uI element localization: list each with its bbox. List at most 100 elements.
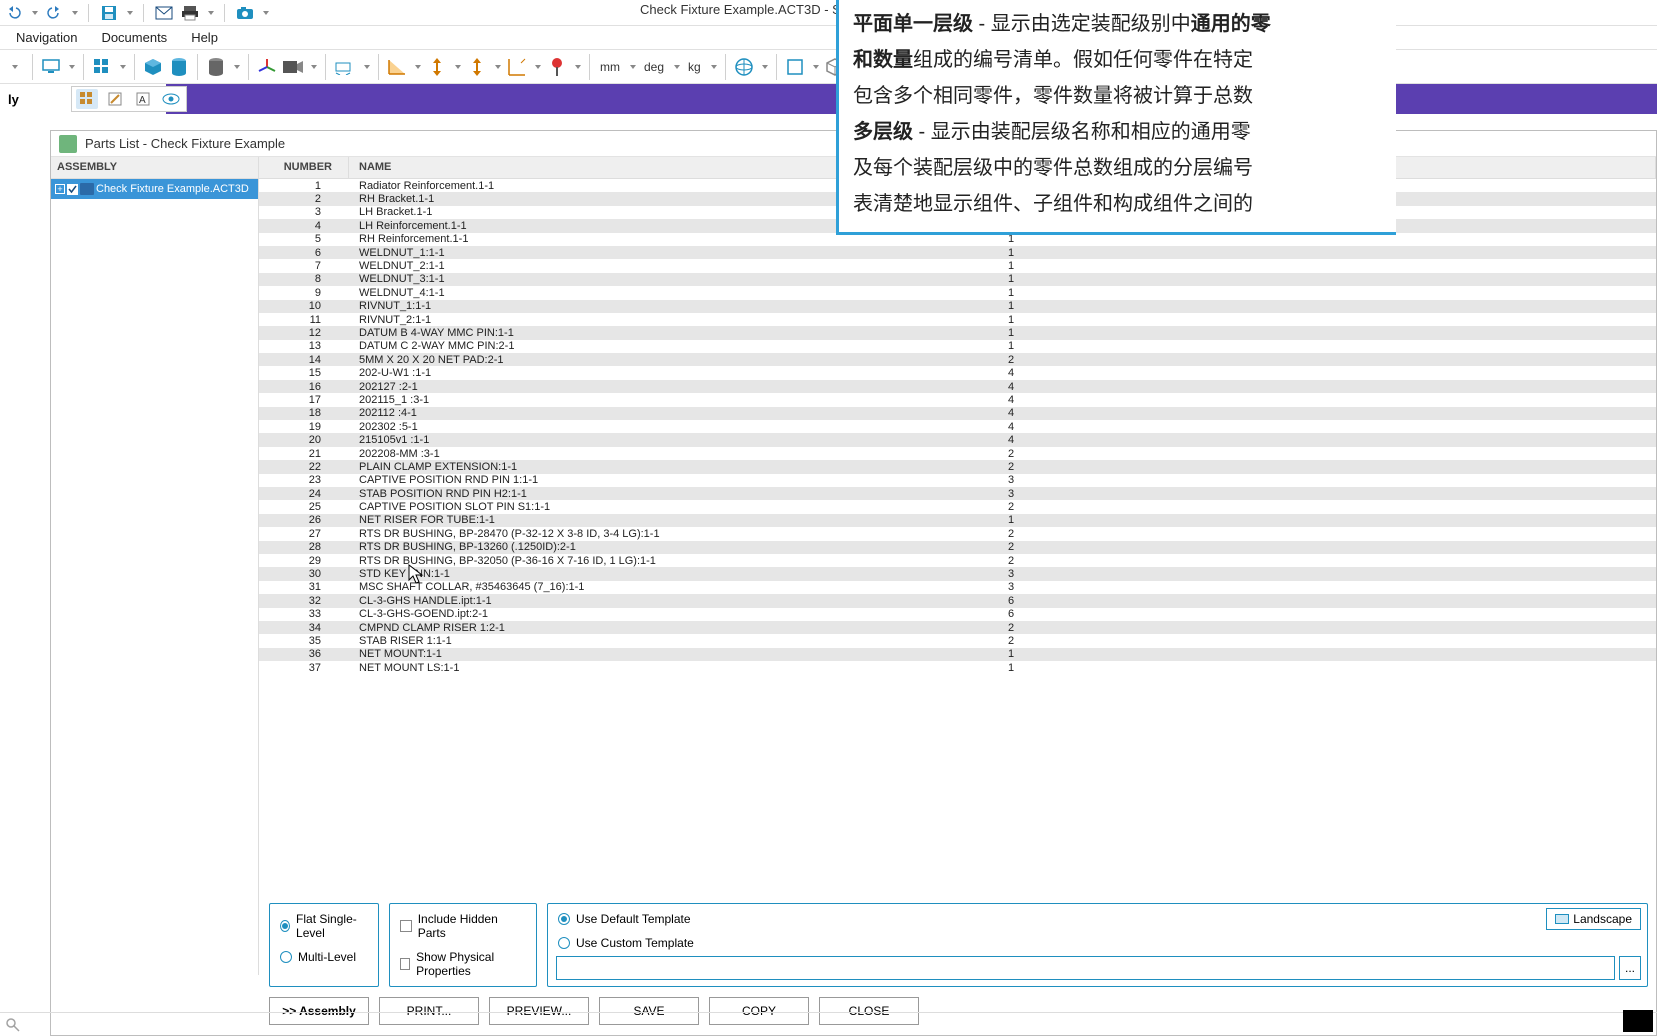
- axes-icon[interactable]: [257, 55, 277, 79]
- table-row[interactable]: 35STAB RISER 1:1-12: [259, 634, 1656, 647]
- cylinder-icon[interactable]: [169, 55, 189, 79]
- view-edit-icon[interactable]: [104, 89, 126, 109]
- browse-button[interactable]: ...: [1619, 956, 1641, 980]
- table-row[interactable]: 37NET MOUNT LS:1-11: [259, 661, 1656, 674]
- left-tab-label[interactable]: ly: [0, 90, 27, 109]
- cell-name: STAB RISER 1:1-1: [349, 635, 966, 647]
- menu-help[interactable]: Help: [181, 28, 228, 47]
- search-bar: [0, 1012, 1657, 1036]
- cell-qty: 6: [966, 608, 1656, 620]
- table-row[interactable]: 29RTS DR BUSHING, BP-32050 (P-36-16 X 7-…: [259, 554, 1656, 567]
- menu-navigation[interactable]: Navigation: [6, 28, 87, 47]
- search-icon[interactable]: [6, 1018, 20, 1032]
- view-text-icon[interactable]: A: [132, 89, 154, 109]
- table-row[interactable]: 28RTS DR BUSHING, BP-13260 (.1250ID):2-1…: [259, 541, 1656, 554]
- cell-number: 8: [259, 273, 349, 285]
- print-icon[interactable]: [180, 3, 200, 23]
- arrows-v-icon[interactable]: [427, 55, 447, 79]
- mail-icon[interactable]: [154, 3, 174, 23]
- cell-name: CMPND CLAMP RISER 1:2-1: [349, 622, 966, 634]
- table-row[interactable]: 33CL-3-GHS-GOEND.ipt:2-16: [259, 608, 1656, 621]
- undo-icon[interactable]: [4, 3, 24, 23]
- table-row[interactable]: 10RIVNUT_1:1-11: [259, 300, 1656, 313]
- monitor-icon[interactable]: [41, 55, 61, 79]
- cell-name: RTS DR BUSHING, BP-32050 (P-36-16 X 7-16…: [349, 555, 966, 567]
- tool-dropdown-icon[interactable]: [4, 55, 24, 79]
- save-icon[interactable]: [99, 3, 119, 23]
- table-row[interactable]: 8WELDNUT_3:1-11: [259, 273, 1656, 286]
- table-row[interactable]: 11RIVNUT_2:1-11: [259, 313, 1656, 326]
- table-row[interactable]: 25CAPTIVE POSITION SLOT PIN S1:1-12: [259, 500, 1656, 513]
- table-row[interactable]: 31MSC SHAFT COLLAR, #35463645 (7_16):1-1…: [259, 581, 1656, 594]
- cell-name: STAB POSITION RND PIN H2:1-1: [349, 488, 966, 500]
- arrows-h-icon[interactable]: [467, 55, 487, 79]
- grid-icon[interactable]: [92, 55, 112, 79]
- unit-kg[interactable]: kg: [686, 60, 703, 74]
- table-row[interactable]: 20215105v1 :1-14: [259, 433, 1656, 446]
- unit-deg[interactable]: deg: [642, 60, 666, 74]
- redo-icon[interactable]: [44, 3, 64, 23]
- table-row[interactable]: 13DATUM C 2-WAY MMC PIN:2-11: [259, 340, 1656, 353]
- gear-db-icon[interactable]: [206, 55, 226, 79]
- cell-number: 28: [259, 541, 349, 553]
- cell-number: 20: [259, 434, 349, 446]
- cell-number: 4: [259, 220, 349, 232]
- table-row[interactable]: 17202115_1 :3-14: [259, 393, 1656, 406]
- table-row[interactable]: 12DATUM B 4-WAY MMC PIN:1-11: [259, 326, 1656, 339]
- cell-qty: 2: [966, 501, 1656, 513]
- cell-name: 202-U-W1 :1-1: [349, 367, 966, 379]
- landscape-button[interactable]: Landscape: [1546, 908, 1641, 930]
- cell-qty: 3: [966, 488, 1656, 500]
- check-hidden[interactable]: Include Hidden Parts: [400, 912, 526, 940]
- radio-custom-template[interactable]: Use Custom Template: [558, 936, 1637, 950]
- table-row[interactable]: 7WELDNUT_2:1-11: [259, 259, 1656, 272]
- pin-icon[interactable]: [547, 55, 567, 79]
- cell-number: 10: [259, 300, 349, 312]
- table-row[interactable]: 22PLAIN CLAMP EXTENSION:1-12: [259, 460, 1656, 473]
- table-row[interactable]: 19202302 :5-14: [259, 420, 1656, 433]
- cell-number: 16: [259, 381, 349, 393]
- template-path-input[interactable]: [556, 956, 1615, 980]
- table-row[interactable]: 16202127 :2-14: [259, 380, 1656, 393]
- cell-number: 1: [259, 180, 349, 192]
- table-row[interactable]: 21202208-MM :3-12: [259, 447, 1656, 460]
- table-row[interactable]: 18202112 :4-14: [259, 407, 1656, 420]
- axis-tool-icon[interactable]: [507, 55, 527, 79]
- table-row[interactable]: 9WELDNUT_4:1-11: [259, 286, 1656, 299]
- table-row[interactable]: 34CMPND CLAMP RISER 1:2-12: [259, 621, 1656, 634]
- tree-node-root[interactable]: + Check Fixture Example.ACT3D: [51, 179, 258, 199]
- table-row[interactable]: 6WELDNUT_1:1-11: [259, 246, 1656, 259]
- table-row[interactable]: 15202-U-W1 :1-14: [259, 366, 1656, 379]
- unit-mm[interactable]: mm: [598, 60, 622, 74]
- radio-default-template[interactable]: Use Default Template: [558, 912, 1637, 926]
- angle-icon[interactable]: [387, 55, 407, 79]
- table-row[interactable]: 27RTS DR BUSHING, BP-28470 (P-32-12 X 3-…: [259, 527, 1656, 540]
- col-number[interactable]: NUMBER: [259, 157, 349, 178]
- camera-icon[interactable]: [235, 3, 255, 23]
- cell-number: 13: [259, 340, 349, 352]
- radio-flat[interactable]: Flat Single-Level: [280, 912, 368, 940]
- table-row[interactable]: 145MM X 20 X 20 NET PAD:2-12: [259, 353, 1656, 366]
- table-row[interactable]: 36NET MOUNT:1-11: [259, 648, 1656, 661]
- projector-icon[interactable]: [334, 55, 356, 79]
- cube-icon[interactable]: [143, 55, 163, 79]
- cell-name: WELDNUT_4:1-1: [349, 287, 966, 299]
- radio-multi[interactable]: Multi-Level: [280, 950, 368, 964]
- table-row[interactable]: 24STAB POSITION RND PIN H2:1-13: [259, 487, 1656, 500]
- table-row[interactable]: 26NET RISER FOR TUBE:1-11: [259, 514, 1656, 527]
- table-row[interactable]: 23CAPTIVE POSITION RND PIN 1:1-13: [259, 474, 1656, 487]
- tree-checkbox[interactable]: [67, 184, 78, 195]
- assembly-icon: [80, 183, 94, 195]
- view-eye-icon[interactable]: [160, 89, 182, 109]
- globe-icon[interactable]: [734, 55, 754, 79]
- check-physical[interactable]: Show Physical Properties: [400, 950, 526, 978]
- sheet-icon[interactable]: [785, 55, 805, 79]
- parts-list-icon: [59, 135, 77, 153]
- table-row[interactable]: 30STD KEY 1NN:1-13: [259, 567, 1656, 580]
- expand-icon[interactable]: +: [55, 184, 65, 194]
- table-row[interactable]: 32CL-3-GHS HANDLE.ipt:1-16: [259, 594, 1656, 607]
- menu-documents[interactable]: Documents: [91, 28, 177, 47]
- view-grid-icon[interactable]: [76, 89, 98, 109]
- cell-qty: 2: [966, 448, 1656, 460]
- camera2-icon[interactable]: [283, 55, 303, 79]
